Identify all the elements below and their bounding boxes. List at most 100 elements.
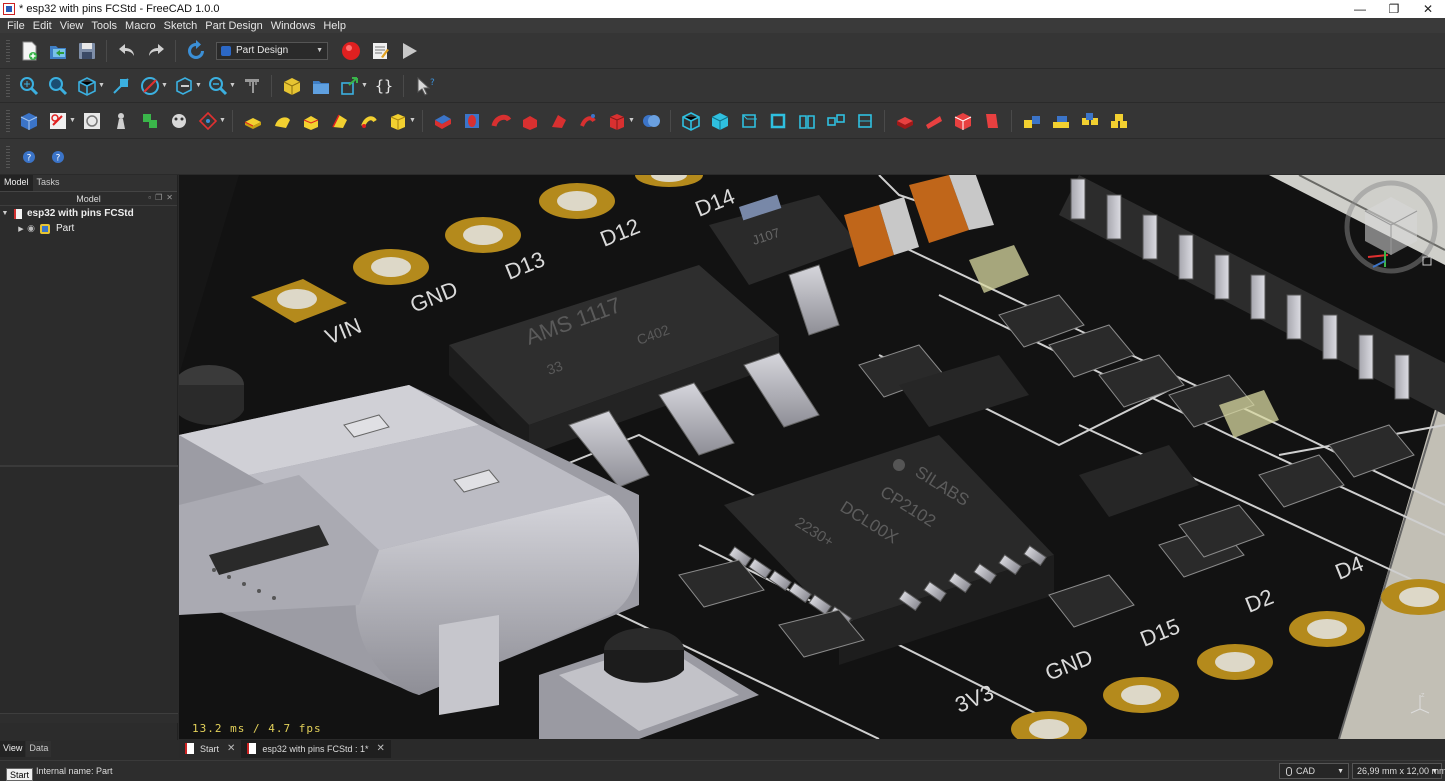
link-button[interactable] xyxy=(338,74,362,98)
chevron-down-icon[interactable]: ▼ xyxy=(219,117,227,124)
refresh-button[interactable] xyxy=(184,39,208,63)
tree-item-part[interactable]: ▶ ◉ Part xyxy=(0,221,177,236)
subtractive-loft-button[interactable] xyxy=(518,109,542,133)
assembly-solver-button[interactable] xyxy=(1107,109,1131,133)
shaft-wizard-button[interactable] xyxy=(980,109,1004,133)
additive-helix-button[interactable] xyxy=(357,109,381,133)
save-document-button[interactable] xyxy=(75,39,99,63)
groove-button[interactable] xyxy=(489,109,513,133)
tab-model[interactable]: Model xyxy=(0,175,33,191)
draw-style-button[interactable] xyxy=(138,74,162,98)
restore-panel-icon[interactable]: ❐ xyxy=(155,193,162,202)
horizontal-scrollbar[interactable] xyxy=(0,713,178,723)
fillet-button[interactable] xyxy=(679,109,703,133)
section-view-button[interactable] xyxy=(172,74,196,98)
menu-windows[interactable]: Windows xyxy=(267,20,320,32)
macro-execute-button[interactable] xyxy=(397,39,421,63)
menu-file[interactable]: File xyxy=(3,20,29,32)
subtractive-helix-button[interactable] xyxy=(576,109,600,133)
new-document-button[interactable] xyxy=(17,39,41,63)
assembly-constraint-button[interactable] xyxy=(1078,109,1102,133)
assembly-button[interactable] xyxy=(1020,109,1044,133)
navigation-cube[interactable] xyxy=(1343,179,1439,275)
dimension-display[interactable]: 26,99 mm x 12,00 mm ▼ xyxy=(1352,763,1445,779)
chevron-down-icon[interactable]: ▼ xyxy=(229,82,237,89)
chamfer-button[interactable] xyxy=(708,109,732,133)
tab-view[interactable]: View xyxy=(0,741,26,757)
redo-button[interactable] xyxy=(144,39,168,63)
menu-sketch[interactable]: Sketch xyxy=(160,20,202,32)
toolbar-grip[interactable] xyxy=(6,109,10,132)
expanded-arrow-icon[interactable]: ▼ xyxy=(0,210,10,217)
subshape-binder-button[interactable] xyxy=(167,109,191,133)
macro-record-button[interactable] xyxy=(339,39,363,63)
toolbar-grip[interactable] xyxy=(6,145,10,168)
tree-item-document[interactable]: ▼ esp32 with pins FCStd xyxy=(0,206,177,221)
multi-transform-button[interactable] xyxy=(893,109,917,133)
menu-edit[interactable]: Edit xyxy=(29,20,56,32)
validate-sketch-button[interactable] xyxy=(80,109,104,133)
whats-this-button[interactable]: ? xyxy=(412,74,436,98)
chevron-down-icon[interactable]: ▼ xyxy=(361,82,369,89)
polar-pattern-button[interactable] xyxy=(853,109,877,133)
menu-view[interactable]: View xyxy=(56,20,88,32)
subtractive-pipe-button[interactable] xyxy=(547,109,571,133)
create-group-button[interactable] xyxy=(309,74,333,98)
maximize-button[interactable]: ❐ xyxy=(1377,0,1411,18)
measure-distance-button[interactable] xyxy=(240,74,264,98)
open-document-button[interactable] xyxy=(46,39,70,63)
revolution-button[interactable] xyxy=(270,109,294,133)
subtractive-primitive-button[interactable] xyxy=(605,109,629,133)
create-sketch-button[interactable] xyxy=(46,109,70,133)
assembly-joint-button[interactable] xyxy=(1049,109,1073,133)
additive-loft-button[interactable] xyxy=(299,109,323,133)
menu-macro[interactable]: Macro xyxy=(121,20,160,32)
clone-button[interactable] xyxy=(109,109,133,133)
menu-part-design[interactable]: Part Design xyxy=(201,20,266,32)
mirrored-button[interactable] xyxy=(795,109,819,133)
close-panel-icon[interactable]: ✕ xyxy=(166,193,173,202)
hole-button[interactable] xyxy=(460,109,484,133)
involute-gear-button[interactable] xyxy=(951,109,975,133)
sprocket-button[interactable] xyxy=(922,109,946,133)
fit-all-button[interactable] xyxy=(17,74,41,98)
shape-binder-button[interactable] xyxy=(138,109,162,133)
draft-button[interactable] xyxy=(737,109,761,133)
navigation-style-selector[interactable]: CAD ▼ xyxy=(1279,763,1349,779)
chevron-down-icon[interactable]: ▼ xyxy=(69,117,77,124)
pocket-button[interactable] xyxy=(431,109,455,133)
boolean-button[interactable] xyxy=(639,109,663,133)
variable-set-button[interactable]: {} xyxy=(372,74,396,98)
measure-button[interactable] xyxy=(206,74,230,98)
additive-pipe-button[interactable] xyxy=(328,109,352,133)
chevron-down-icon[interactable]: ▼ xyxy=(161,82,169,89)
toolbar-grip[interactable] xyxy=(6,39,10,62)
close-icon[interactable]: ✕ xyxy=(227,743,235,754)
visibility-eye-icon[interactable]: ◉ xyxy=(26,223,36,234)
doc-tab-esp32[interactable]: esp32 with pins FCStd : 1* ✕ xyxy=(241,739,391,758)
pcb-3d-model[interactable]: AMS 1117 33 C402 J107 SILABS CP2102 DCL0… xyxy=(179,175,1445,739)
collapsed-arrow-icon[interactable]: ▶ xyxy=(16,225,26,233)
close-button[interactable]: ✕ xyxy=(1411,0,1445,18)
context-help-button[interactable]: ? xyxy=(46,145,70,169)
help-button[interactable]: ? xyxy=(17,145,41,169)
float-panel-icon[interactable]: ▫ xyxy=(148,193,151,202)
menu-help[interactable]: Help xyxy=(319,20,350,32)
create-body-button[interactable] xyxy=(17,109,41,133)
3d-viewport[interactable]: AMS 1117 33 C402 J107 SILABS CP2102 DCL0… xyxy=(179,175,1445,739)
additive-primitive-button[interactable] xyxy=(386,109,410,133)
close-icon[interactable]: ✕ xyxy=(376,743,384,754)
chevron-down-icon[interactable]: ▼ xyxy=(195,82,203,89)
standard-views-button[interactable] xyxy=(75,74,99,98)
chevron-down-icon[interactable]: ▼ xyxy=(409,117,417,124)
datum-button[interactable] xyxy=(196,109,220,133)
workbench-selector[interactable]: Part Design ▼ xyxy=(216,41,328,60)
pad-button[interactable] xyxy=(241,109,265,133)
thickness-button[interactable] xyxy=(766,109,790,133)
tab-tasks[interactable]: Tasks xyxy=(33,175,64,191)
fit-selection-button[interactable] xyxy=(46,74,70,98)
tab-data[interactable]: Data xyxy=(26,741,52,757)
chevron-down-icon[interactable]: ▼ xyxy=(628,117,636,124)
create-part-button[interactable] xyxy=(280,74,304,98)
bounding-box-button[interactable] xyxy=(109,74,133,98)
